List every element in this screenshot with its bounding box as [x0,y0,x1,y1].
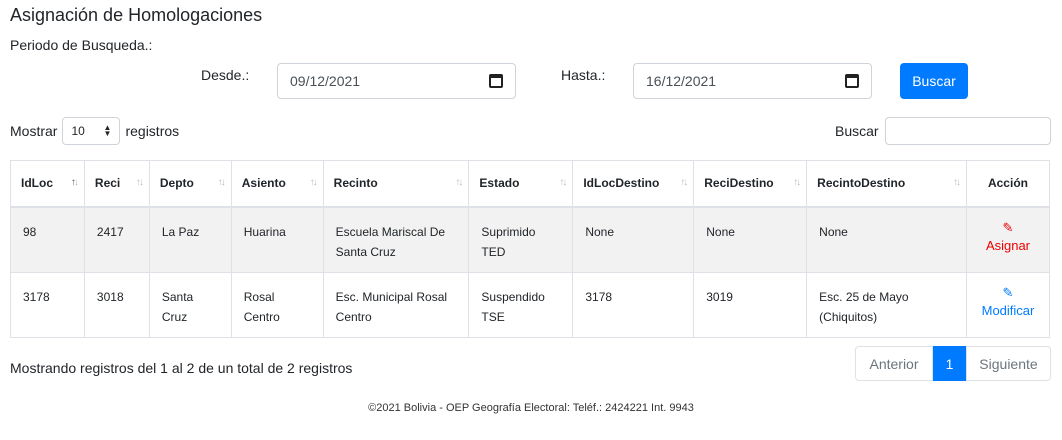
table-cell: Escuela Mariscal De Santa Cruz [322,206,470,273]
table-cell: 3019 [693,272,808,338]
sort-icon: ↑↓ [309,177,318,188]
desde-date-input[interactable]: 09/12/2021 [277,63,516,99]
column-header[interactable]: Asiento ↑↓ [230,160,324,208]
table-cell: La Paz [148,206,232,273]
modificar-link[interactable]: Modificar [982,303,1035,318]
table-cell: Esc. Municipal Rosal Centro [322,272,470,338]
column-header[interactable]: RecintoDestino ↑↓ [806,160,967,208]
table-cell: Esc. 25 de Mayo (Chiquitos) [806,272,967,338]
table-cell: None [693,206,808,273]
homologaciones-table: IdLoc ↑↓ Reci ↑↓ Depto ↑↓ Asiento ↑↓ Recinto… [10,160,1051,338]
sort-icon: ↑↓ [70,177,79,188]
search-label: Buscar [835,123,879,139]
table-cell: 2417 [83,206,150,273]
column-header-label: Estado [479,176,520,191]
table-row: 3178 3018 Santa Cruz Rosal Centro Esc. M… [10,272,1051,338]
page-title: Asignación de Homologaciones [10,5,263,25]
column-header-label: IdLocDestino [583,176,660,191]
period-label: Periodo de Busqueda.: [10,37,153,53]
table-cell: 3178 [572,272,695,338]
column-header[interactable]: Reci ↑↓ [83,160,150,208]
modificar-action[interactable]: ✎ Modificar [965,272,1051,338]
table-cell: 3178 [10,272,85,338]
column-header-label: Reci [94,176,121,191]
hasta-label: Hasta.: [561,67,606,83]
column-header[interactable]: IdLoc ↑↓ [10,160,85,208]
show-prefix: Mostrar [10,123,58,139]
hasta-date-input[interactable]: 16/12/2021 [633,63,872,99]
table-cell: None [572,206,695,273]
column-header[interactable]: Recinto ↑↓ [322,160,470,208]
calendar-icon[interactable] [489,74,503,88]
search-input[interactable] [884,117,1051,145]
asignar-link[interactable]: Asignar [986,238,1030,253]
desde-label: Desde.: [201,67,250,83]
show-suffix: registros [125,123,180,139]
sort-icon: ↑↓ [455,177,463,188]
pagination-page-button[interactable]: 1 [933,346,966,381]
page-length-value: 10 [71,124,85,138]
column-header-label: IdLoc [21,176,53,191]
buscar-button[interactable]: Buscar [900,63,968,99]
column-header[interactable]: ReciDestino ↑↓ [693,160,808,208]
sort-icon: ↑↓ [217,177,226,188]
sort-icon: ↑↓ [135,177,144,188]
column-header-label: ReciDestino [704,176,774,191]
table-row: 98 2417 La Paz Huarina Escuela Mariscal … [10,206,1051,273]
column-header-accion: Acción [965,160,1051,208]
sort-icon: ↑↓ [559,177,567,188]
column-header[interactable]: IdLocDestino ↑↓ [572,160,695,208]
page-length-select[interactable]: 10 ▲ ▼ [62,117,121,145]
table-info: Mostrando registros del 1 al 2 de un tot… [10,360,353,376]
column-header-label: Asiento [241,176,286,191]
sort-icon: ↑↓ [793,177,801,188]
sort-icon: ↑↓ [680,177,688,188]
table-cell: Suspendido TSE [468,272,574,338]
table-cell: None [806,206,967,273]
edit-icon: ✎ [1002,219,1014,235]
footer-text: ©2021 Bolivia - OEP Geografía Electoral:… [368,402,694,414]
hasta-date-value: 16/12/2021 [646,73,717,89]
asignar-action[interactable]: ✎ Asignar [965,206,1051,273]
table-cell: 98 [10,206,85,273]
desde-date-value: 09/12/2021 [290,73,361,89]
sort-icon: ↑↓ [952,177,961,188]
table-cell: Santa Cruz [148,272,232,338]
column-header-label: RecintoDestino [817,176,906,191]
updown-icon: ▲ ▼ [103,123,112,138]
edit-icon: ✎ [1002,285,1014,300]
calendar-icon[interactable] [845,74,859,88]
column-header-label: Recinto [333,176,378,191]
pagination-previous-button[interactable]: Anterior [855,346,933,381]
column-header[interactable]: Estado ↑↓ [468,160,574,208]
column-header-label: Acción [987,176,1028,191]
table-search: Buscar [835,117,1051,145]
table-cell: Huarina [230,206,324,273]
column-header-label: Depto [159,176,194,191]
table-cell: Suprimido TED [468,206,574,273]
page-length-control: Mostrar 10 ▲ ▼ registros [10,117,179,145]
table-header-row: IdLoc ↑↓ Reci ↑↓ Depto ↑↓ Asiento ↑↓ Recinto… [10,160,1051,208]
pagination: Anterior 1 Siguiente [855,346,1051,381]
column-header[interactable]: Depto ↑↓ [148,160,232,208]
pagination-next-button[interactable]: Siguiente [966,346,1051,381]
table-cell: 3018 [83,272,150,338]
table-cell: Rosal Centro [230,272,324,338]
